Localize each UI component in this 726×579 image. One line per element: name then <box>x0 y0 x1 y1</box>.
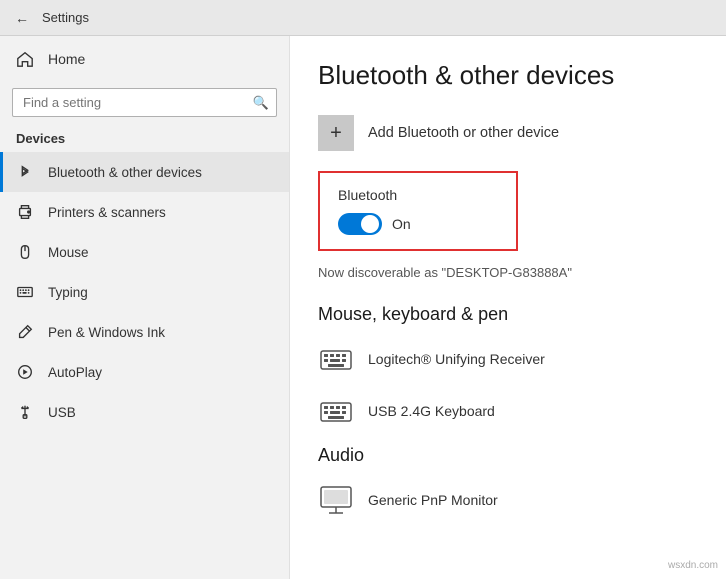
mouse-section-header: Mouse, keyboard & pen <box>318 304 698 325</box>
device-logitech-name: Logitech® Unifying Receiver <box>368 351 545 367</box>
pen-icon <box>16 323 34 341</box>
content-area: Bluetooth & other devices + Add Bluetoot… <box>290 36 726 579</box>
keyboard2-icon <box>318 393 354 429</box>
watermark: wsxdn.com <box>668 560 718 571</box>
toggle-row: On <box>338 213 498 235</box>
sidebar: Home 🔍 Devices Bluetooth & other devices <box>0 36 290 579</box>
device-item-monitor[interactable]: Generic PnP Monitor <box>318 482 698 518</box>
audio-section-header: Audio <box>318 445 698 466</box>
bluetooth-toggle[interactable] <box>338 213 382 235</box>
sidebar-item-bluetooth[interactable]: Bluetooth & other devices <box>0 152 289 192</box>
back-button[interactable]: ← <box>12 10 32 26</box>
bluetooth-toggle-label: Bluetooth <box>338 187 498 203</box>
home-label: Home <box>48 51 85 67</box>
sidebar-item-typing[interactable]: Typing <box>0 272 289 312</box>
sidebar-item-label: Printers & scanners <box>48 205 166 220</box>
main-layout: Home 🔍 Devices Bluetooth & other devices <box>0 36 726 579</box>
usb-icon <box>16 403 34 421</box>
titlebar-title: Settings <box>42 10 89 25</box>
sidebar-item-home[interactable]: Home <box>0 36 289 82</box>
bluetooth-toggle-box: Bluetooth On <box>318 171 518 251</box>
search-icon: 🔍 <box>253 95 269 111</box>
sidebar-item-pen[interactable]: Pen & Windows Ink <box>0 312 289 352</box>
sidebar-item-printers[interactable]: Printers & scanners <box>0 192 289 232</box>
bluetooth-icon <box>16 163 34 181</box>
add-device-label: Add Bluetooth or other device <box>368 125 559 141</box>
sidebar-item-label: Mouse <box>48 245 89 260</box>
discoverable-text: Now discoverable as "DESKTOP-G83888A" <box>318 265 698 280</box>
device-monitor-name: Generic PnP Monitor <box>368 492 498 508</box>
sidebar-item-label: AutoPlay <box>48 365 102 380</box>
sidebar-item-label: Pen & Windows Ink <box>48 325 165 340</box>
sidebar-item-label: Typing <box>48 285 88 300</box>
search-box: 🔍 <box>12 88 277 117</box>
add-device-icon: + <box>318 115 354 151</box>
titlebar: ← Settings <box>0 0 726 36</box>
typing-icon <box>16 283 34 301</box>
home-icon <box>16 50 34 68</box>
keyboard-icon <box>318 341 354 377</box>
autoplay-icon <box>16 363 34 381</box>
device-item-usb-keyboard[interactable]: USB 2.4G Keyboard <box>318 393 698 429</box>
search-input[interactable] <box>12 88 277 117</box>
sidebar-item-label: USB <box>48 405 76 420</box>
add-device-button[interactable]: + Add Bluetooth or other device <box>318 115 698 151</box>
toggle-state-text: On <box>392 216 411 232</box>
sidebar-item-autoplay[interactable]: AutoPlay <box>0 352 289 392</box>
sidebar-item-usb[interactable]: USB <box>0 392 289 432</box>
monitor-icon <box>318 482 354 518</box>
mouse-icon <box>16 243 34 261</box>
sidebar-section-label: Devices <box>0 127 289 152</box>
page-title: Bluetooth & other devices <box>318 60 698 91</box>
printers-icon <box>16 203 34 221</box>
device-usb-keyboard-name: USB 2.4G Keyboard <box>368 403 495 419</box>
sidebar-item-label: Bluetooth & other devices <box>48 165 202 180</box>
sidebar-item-mouse[interactable]: Mouse <box>0 232 289 272</box>
device-item-logitech[interactable]: Logitech® Unifying Receiver <box>318 341 698 377</box>
